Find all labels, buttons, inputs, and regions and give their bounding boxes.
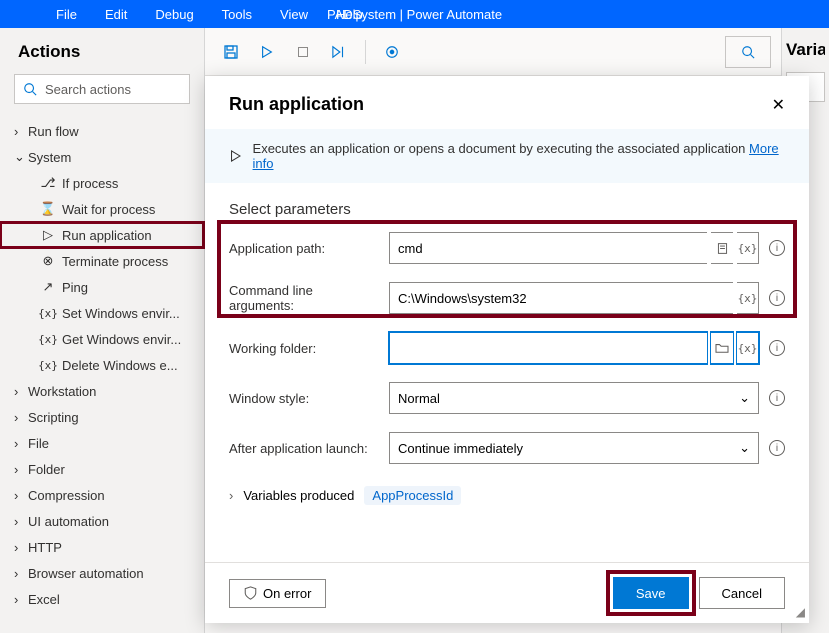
label-working-folder: Working folder: (229, 341, 379, 356)
menu-file[interactable]: File (42, 7, 91, 22)
on-error-button[interactable]: On error (229, 579, 326, 608)
input-cmd-args[interactable] (389, 282, 733, 314)
dialog-info: Executes an application or opens a docum… (205, 129, 809, 183)
tree-file[interactable]: ›File (0, 430, 204, 456)
tree-ui-automation[interactable]: ›UI automation (0, 508, 204, 534)
branch-icon: ⎇ (40, 175, 56, 191)
tree-scripting[interactable]: ›Scripting (0, 404, 204, 430)
shield-icon (244, 586, 257, 600)
vars-produced-label: Variables produced (243, 488, 354, 503)
chevron-down-icon: ⌄ (739, 390, 750, 406)
info-icon[interactable]: i (769, 440, 785, 456)
select-window-style[interactable]: Normal⌄ (389, 382, 759, 414)
variables-title: Varia (786, 40, 825, 72)
chevron-right-icon: › (229, 488, 233, 503)
tree-system[interactable]: ⌄System (0, 144, 204, 170)
tree-browser-automation[interactable]: ›Browser automation (0, 560, 204, 586)
run-application-dialog: Run application ✕ Executes an applicatio… (205, 76, 809, 623)
menu-bar: File Edit Debug Tools View Help PADSyste… (0, 0, 829, 28)
actions-search[interactable]: Search actions (14, 74, 190, 104)
actions-panel: Actions Search actions ›Run flow ⌄System… (0, 28, 205, 633)
var-icon: {x} (40, 333, 56, 346)
label-window-style: Window style: (229, 391, 379, 406)
tree-if-process[interactable]: ⎇If process (0, 170, 204, 196)
menu-debug[interactable]: Debug (141, 7, 207, 22)
actions-tree: ›Run flow ⌄System ⎇If process ⌛Wait for … (0, 118, 204, 612)
terminate-icon: ⊗ (40, 253, 56, 269)
toolbar (205, 28, 781, 76)
variables-produced-row[interactable]: › Variables produced AppProcessId (229, 482, 785, 513)
toolbar-search[interactable] (725, 36, 771, 68)
label-app-path: Application path: (229, 241, 379, 256)
label-after-launch: After application launch: (229, 441, 379, 456)
info-icon[interactable]: i (769, 290, 785, 306)
browse-folder-icon[interactable] (711, 332, 733, 364)
play-icon (229, 149, 243, 163)
step-button[interactable] (323, 36, 355, 68)
variable-picker-icon[interactable]: {x} (737, 332, 759, 364)
save-button[interactable] (215, 36, 247, 68)
actions-title: Actions (0, 38, 204, 74)
var-icon: {x} (40, 359, 56, 372)
search-icon (23, 82, 37, 96)
variable-picker-icon[interactable]: {x} (737, 232, 759, 264)
tree-folder[interactable]: ›Folder (0, 456, 204, 482)
cancel-button[interactable]: Cancel (699, 577, 785, 609)
run-button[interactable] (251, 36, 283, 68)
tree-compression[interactable]: ›Compression (0, 482, 204, 508)
info-icon[interactable]: i (769, 340, 785, 356)
stop-button[interactable] (287, 36, 319, 68)
input-app-path[interactable] (389, 232, 707, 264)
save-button[interactable]: Save (613, 577, 689, 609)
info-icon[interactable]: i (769, 240, 785, 256)
tree-http[interactable]: ›HTTP (0, 534, 204, 560)
menu-view[interactable]: View (266, 7, 322, 22)
produced-variable[interactable]: AppProcessId (364, 486, 461, 505)
dialog-title: Run application (229, 94, 772, 115)
info-icon[interactable]: i (769, 390, 785, 406)
tree-ping[interactable]: ↗Ping (0, 274, 204, 300)
section-title: Select parameters (229, 201, 785, 218)
tree-workstation[interactable]: ›Workstation (0, 378, 204, 404)
tree-excel[interactable]: ›Excel (0, 586, 204, 612)
tree-run-flow[interactable]: ›Run flow (0, 118, 204, 144)
tree-set-env[interactable]: {x}Set Windows envir... (0, 300, 204, 326)
play-icon: ▷ (40, 227, 56, 243)
tree-get-env[interactable]: {x}Get Windows envir... (0, 326, 204, 352)
browse-file-icon[interactable] (711, 232, 733, 264)
tree-terminate-process[interactable]: ⊗Terminate process (0, 248, 204, 274)
tree-delete-env[interactable]: {x}Delete Windows e... (0, 352, 204, 378)
hourglass-icon: ⌛ (40, 201, 56, 217)
chevron-down-icon: ⌄ (739, 440, 750, 456)
label-cmd-args: Command line arguments: (229, 283, 379, 313)
menu-tools[interactable]: Tools (208, 7, 266, 22)
input-working-folder[interactable] (389, 332, 707, 364)
actions-search-placeholder: Search actions (45, 82, 131, 97)
close-button[interactable]: ✕ (772, 95, 785, 115)
tree-run-application[interactable]: ▷Run application (0, 222, 204, 248)
record-button[interactable] (376, 36, 408, 68)
window-title: PADSystem | Power Automate (327, 7, 502, 22)
menu-edit[interactable]: Edit (91, 7, 141, 22)
var-icon: {x} (40, 307, 56, 320)
tree-wait-for-process[interactable]: ⌛Wait for process (0, 196, 204, 222)
variable-picker-icon[interactable]: {x} (737, 282, 759, 314)
ping-icon: ↗ (40, 279, 56, 295)
select-after-launch[interactable]: Continue immediately⌄ (389, 432, 759, 464)
